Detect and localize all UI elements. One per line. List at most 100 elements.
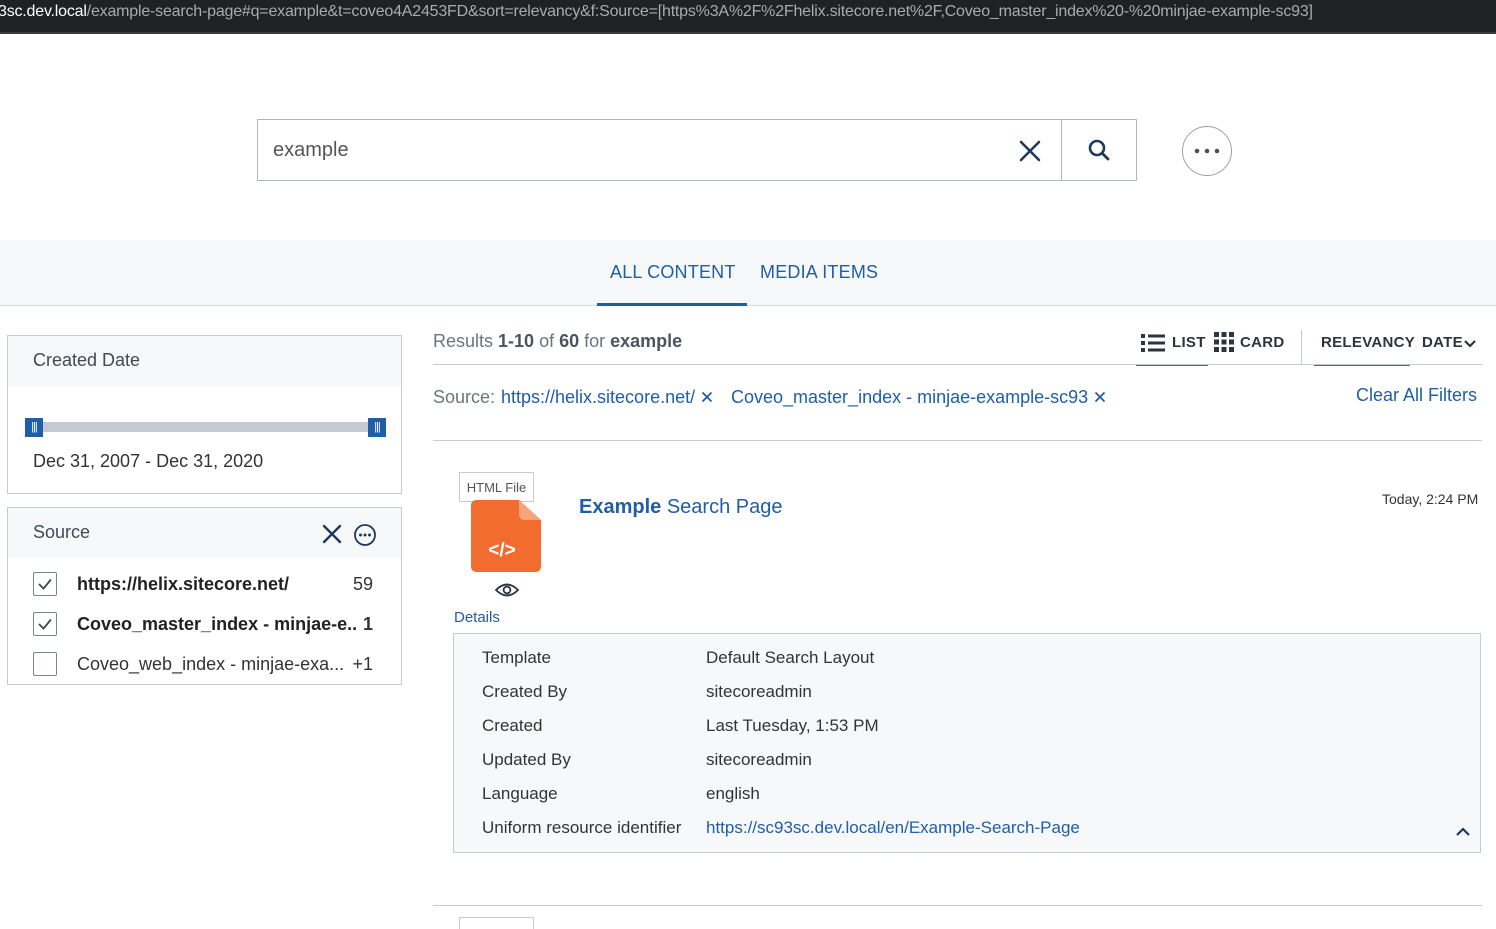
search-button[interactable]	[1061, 119, 1137, 181]
checkmark-icon	[38, 578, 52, 590]
html-file-icon: </>	[471, 500, 541, 572]
tab-all-content[interactable]: ALL CONTENT	[610, 262, 736, 283]
detail-row: Created By sitecoreadmin	[482, 682, 1442, 706]
close-icon	[1095, 391, 1106, 403]
chevron-down-icon	[1464, 340, 1476, 348]
checkmark-icon	[38, 618, 52, 630]
browser-url-bar[interactable]: 3sc.dev.local/example-search-page#q=exam…	[0, 0, 1496, 34]
date-range-text: Dec 31, 2007 - Dec 31, 2020	[33, 451, 264, 471]
facet-value-label: Coveo_web_index - minjae-exa...	[77, 654, 345, 674]
facet-value-count: 1	[362, 614, 373, 634]
next-result-badge	[459, 917, 534, 929]
checkbox-checked[interactable]	[33, 612, 57, 636]
breadcrumb-value-coveo-master[interactable]: Coveo_master_index - minjae-example-sc93	[731, 387, 1106, 408]
result-details-panel: Template Default Search Layout Created By…	[453, 633, 1481, 853]
detail-key: Updated By	[482, 750, 571, 769]
result-title-link[interactable]: Example Search Page	[579, 496, 782, 519]
list-icon	[1141, 334, 1165, 352]
facet-value-count: 59	[352, 574, 373, 594]
sort-relevancy-label: RELEVANCY	[1321, 334, 1416, 351]
details-toggle-link[interactable]: Details	[454, 609, 500, 626]
magnifier-icon	[1088, 139, 1110, 161]
summary-text: of	[534, 331, 560, 351]
detail-row: Created Last Tuesday, 1:53 PM	[482, 716, 1442, 740]
layout-list-label: LIST	[1172, 334, 1206, 351]
detail-value: Default Search Layout	[706, 648, 875, 667]
detail-row: Updated By sitecoreadmin	[482, 750, 1442, 774]
layout-card-button[interactable]: CARD	[1213, 330, 1293, 366]
layout-list-button[interactable]: LIST	[1136, 330, 1208, 366]
detail-value: english	[706, 784, 760, 803]
result-date: Today, 2:24 PM	[1382, 491, 1479, 507]
date-slider-track[interactable]	[33, 422, 385, 432]
detail-row: Template Default Search Layout	[482, 648, 1442, 672]
eye-icon[interactable]	[494, 580, 520, 600]
facet-value-helix[interactable]: https://helix.sitecore.net/ 59	[33, 570, 373, 600]
query-summary: Results 1-10 of 60 for example	[433, 331, 682, 352]
divider	[433, 364, 1482, 365]
checkbox-unchecked[interactable]	[33, 652, 57, 676]
title-highlight: Example	[579, 496, 662, 518]
summary-text: for	[579, 331, 611, 351]
file-type-badge: HTML File	[459, 472, 534, 502]
clear-search-button[interactable]	[1018, 139, 1042, 163]
detail-key: Uniform resource identifier	[482, 818, 682, 837]
active-tab-indicator	[597, 303, 747, 306]
sort-date-label: DATE	[1422, 334, 1463, 351]
detail-value: sitecoreadmin	[706, 750, 812, 769]
divider	[433, 440, 1482, 441]
close-icon	[701, 391, 713, 403]
layout-card-label: CARD	[1240, 334, 1285, 351]
divider	[433, 905, 1482, 906]
tabs-bar: ALL CONTENT MEDIA ITEMS	[0, 240, 1496, 306]
detail-key: Created	[482, 716, 543, 735]
ellipsis-circle-icon	[354, 524, 376, 546]
close-icon	[1019, 140, 1041, 162]
facet-header: Created Date	[8, 336, 401, 386]
range-start: 1	[498, 331, 509, 351]
grid-icon	[1214, 332, 1234, 352]
facet-value-count: +1	[352, 654, 373, 674]
detail-key: Created By	[482, 682, 568, 701]
range-end: 10	[514, 331, 535, 351]
facet-header: Source	[8, 508, 401, 558]
clear-facet-button[interactable]	[321, 523, 343, 545]
facet-settings-button[interactable]	[353, 523, 377, 547]
facet-title: Created Date	[33, 350, 141, 370]
breadcrumb-label: Source:	[433, 387, 496, 407]
search-options-button[interactable]	[1182, 126, 1232, 176]
sort-date-button[interactable]: DATE	[1417, 330, 1483, 366]
detail-key: Language	[482, 784, 558, 803]
tab-media-items[interactable]: MEDIA ITEMS	[760, 262, 878, 283]
detail-value: Last Tuesday, 1:53 PM	[706, 716, 879, 735]
grip-icon: |||	[31, 421, 38, 433]
breadcrumb-value-text: Coveo_master_index - minjae-example-sc93	[731, 387, 1089, 407]
title-text: Search Page	[661, 496, 783, 518]
sort-relevancy-button[interactable]: RELEVANCY	[1314, 330, 1415, 366]
summary-query: example	[610, 331, 683, 351]
detail-uri-link[interactable]: https://sc93sc.dev.local/en/Example-Sear…	[706, 818, 1080, 838]
total-count: 60	[559, 331, 580, 351]
detail-key: Template	[482, 648, 551, 667]
detail-value: sitecoreadmin	[706, 682, 812, 701]
url-path: /example-search-page#q=example&t=coveo4A…	[86, 3, 1313, 20]
checkbox-checked[interactable]	[33, 572, 57, 596]
chevron-up-icon[interactable]	[1455, 825, 1471, 839]
date-slider-start-handle[interactable]: |||	[25, 418, 43, 437]
date-slider-end-handle[interactable]: |||	[368, 418, 386, 437]
facet-value-label: https://helix.sitecore.net/	[77, 574, 290, 594]
breadcrumb-value-helix[interactable]: https://helix.sitecore.net/	[501, 387, 713, 408]
close-icon	[322, 524, 342, 544]
created-date-facet: Created Date ||| ||| Dec 31, 2007 - Dec …	[7, 335, 402, 494]
file-icon-glyph: </>	[488, 540, 515, 561]
clear-all-filters-link[interactable]: Clear All Filters	[1356, 385, 1477, 406]
facet-value-coveo-web[interactable]: Coveo_web_index - minjae-exa... +1	[33, 650, 373, 680]
divider	[1301, 330, 1302, 364]
source-facet: Source https://helix.sitecore.net/ 59 Co…	[7, 507, 402, 685]
facet-value-coveo-master[interactable]: Coveo_master_index - minjae-e... 1	[33, 610, 373, 640]
url-text[interactable]: 3sc.dev.local/example-search-page#q=exam…	[0, 2, 1313, 22]
url-host: 3sc.dev.local	[0, 3, 87, 20]
summary-text: Results	[433, 331, 499, 351]
grip-icon: |||	[374, 421, 381, 433]
search-input[interactable]	[258, 120, 998, 180]
